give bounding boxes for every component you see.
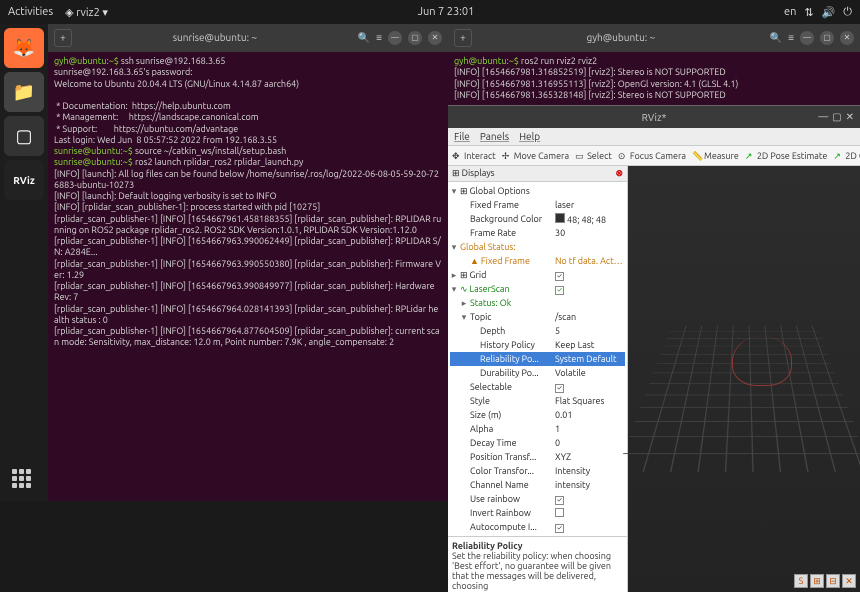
- terminal-right-body[interactable]: gyh@ubuntu:~$ ros2 run rviz2 rviz2[INFO]…: [448, 52, 860, 105]
- tree-row[interactable]: Color Transfor...Intensity: [450, 464, 625, 478]
- pose-icon: ↗: [745, 151, 755, 161]
- tool-2d-goal[interactable]: ↗2D Goal Pose: [833, 151, 860, 161]
- laserscan-visual: [732, 336, 792, 386]
- 3d-view[interactable]: S ⊞ ⊟ ✕: [628, 166, 860, 592]
- overlay-btn[interactable]: ⊟: [826, 574, 840, 588]
- displays-tree[interactable]: ▾⊞Global OptionsFixed FramelaserBackgrou…: [448, 182, 627, 536]
- menu-panels[interactable]: Panels: [480, 131, 509, 142]
- tree-row[interactable]: ▾∿LaserScan✓: [450, 282, 625, 296]
- window-title: RViz*: [642, 112, 667, 123]
- minimize-button[interactable]: —: [800, 31, 814, 45]
- menu-icon[interactable]: ≡: [788, 32, 794, 45]
- displays-header: ⊞ Displays ⊗: [448, 166, 627, 182]
- tree-row[interactable]: StyleFlat Squares: [450, 394, 625, 408]
- tree-row[interactable]: Fixed Framelaser: [450, 198, 625, 212]
- tree-row[interactable]: Position Transf...XYZ: [450, 450, 625, 464]
- displays-panel: ⊞ Displays ⊗ ▾⊞Global OptionsFixed Frame…: [448, 166, 628, 592]
- rviz-window: RViz* — ▢ ✕ File Panels Help ✥Interact ✢…: [448, 105, 860, 592]
- view-overlay-buttons: S ⊞ ⊟ ✕: [794, 574, 856, 588]
- dock-firefox[interactable]: 🦊: [4, 28, 44, 68]
- close-button[interactable]: ✕: [840, 31, 854, 45]
- tree-row[interactable]: ▾Topic/scan: [450, 310, 625, 324]
- tool-interact[interactable]: ✥Interact: [452, 151, 496, 161]
- tree-row[interactable]: ▾⊞Global Options: [450, 184, 625, 198]
- rviz-menubar: File Panels Help: [448, 128, 860, 146]
- tree-row[interactable]: ▸⊞Grid✓: [450, 268, 625, 282]
- network-icon[interactable]: ⇅: [804, 6, 813, 19]
- terminal-right: + gyh@ubuntu: ~ 🔍 ≡ — ▢ ✕ gyh@ubuntu:~$ …: [448, 24, 860, 105]
- terminal-right-titlebar: + gyh@ubuntu: ~ 🔍 ≡ — ▢ ✕: [448, 24, 860, 52]
- tree-row[interactable]: Channel Nameintensity: [450, 478, 625, 492]
- focus-icon: ⊙: [618, 151, 628, 161]
- tree-row[interactable]: Reliability Po...System Default: [450, 352, 625, 366]
- tree-row[interactable]: Alpha1: [450, 422, 625, 436]
- terminal-title: gyh@ubuntu: ~: [478, 32, 764, 45]
- tree-row[interactable]: Invert Rainbow: [450, 506, 625, 520]
- tree-row[interactable]: ▲Fixed FrameNo tf data. Actual err...: [450, 254, 625, 268]
- gnome-topbar: Activities ◈ rviz2 ▾ Jun 7 23:01 en ⇅ 🔊 …: [0, 0, 860, 24]
- select-icon: ▭: [575, 151, 585, 161]
- tree-row[interactable]: Durability Po...Volatile: [450, 366, 625, 380]
- overlay-btn[interactable]: ⊞: [810, 574, 824, 588]
- maximize-button[interactable]: ▢: [820, 31, 834, 45]
- search-icon[interactable]: 🔍: [770, 32, 782, 45]
- tool-move-camera[interactable]: ✢Move Camera: [502, 151, 569, 161]
- search-icon[interactable]: 🔍: [358, 32, 370, 45]
- new-tab-button[interactable]: +: [54, 29, 72, 47]
- menu-help[interactable]: Help: [519, 131, 540, 142]
- minimize-button[interactable]: —: [388, 31, 402, 45]
- tree-row[interactable]: Autocompute I...✓: [450, 520, 625, 534]
- tree-row[interactable]: ▸Status: Ok: [450, 296, 625, 310]
- close-button[interactable]: ✕: [846, 111, 854, 123]
- rviz-toolbar: ✥Interact ✢Move Camera ▭Select ⊙Focus Ca…: [448, 146, 860, 166]
- panel-close-button[interactable]: ⊗: [615, 168, 623, 179]
- power-icon[interactable]: ⏻: [843, 6, 852, 19]
- property-help: Reliability Policy Set the reliability p…: [448, 536, 627, 592]
- new-tab-button[interactable]: +: [454, 29, 472, 47]
- tree-row[interactable]: Depth5: [450, 324, 625, 338]
- minimize-button[interactable]: —: [818, 111, 828, 123]
- terminal-left-titlebar: + sunrise@ubuntu: ~ 🔍 ≡ — ▢ ✕: [48, 24, 448, 52]
- overlay-btn[interactable]: ✕: [842, 574, 856, 588]
- close-button[interactable]: ✕: [428, 31, 442, 45]
- measure-icon: 📏: [692, 151, 702, 161]
- goal-icon: ↗: [833, 151, 843, 161]
- tree-row[interactable]: Frame Rate30: [450, 226, 625, 240]
- maximize-button[interactable]: ▢: [408, 31, 422, 45]
- tree-row[interactable]: Size (m)0.01: [450, 408, 625, 422]
- dock-terminal[interactable]: ▢: [4, 116, 44, 156]
- dock: 🦊 📁 ▢ RViz: [0, 24, 48, 501]
- activities-button[interactable]: Activities: [8, 6, 53, 19]
- tool-select[interactable]: ▭Select: [575, 151, 612, 161]
- rviz-titlebar: RViz* — ▢ ✕: [448, 106, 860, 128]
- tool-focus-camera[interactable]: ⊙Focus Camera: [618, 151, 686, 161]
- tree-row[interactable]: Use rainbow✓: [450, 492, 625, 506]
- tree-row[interactable]: Decay Time0: [450, 436, 625, 450]
- clock[interactable]: Jun 7 23:01: [418, 6, 475, 18]
- overlay-reset-icon[interactable]: S: [794, 574, 808, 588]
- dock-rviz[interactable]: RViz: [4, 160, 44, 200]
- show-apps-button[interactable]: [12, 469, 36, 493]
- tree-row[interactable]: Selectable✓: [450, 380, 625, 394]
- terminal-left: + sunrise@ubuntu: ~ 🔍 ≡ — ▢ ✕ gyh@ubuntu…: [48, 24, 448, 501]
- menu-file[interactable]: File: [454, 131, 470, 142]
- terminal-left-body[interactable]: gyh@ubuntu:~$ ssh sunrise@192.168.3.65su…: [48, 52, 448, 353]
- tool-2d-pose[interactable]: ↗2D Pose Estimate: [745, 151, 828, 161]
- move-icon: ✢: [502, 151, 512, 161]
- app-menu[interactable]: ◈ rviz2 ▾: [65, 6, 108, 19]
- dock-files[interactable]: 📁: [4, 72, 44, 112]
- tool-measure[interactable]: 📏Measure: [692, 151, 739, 161]
- maximize-button[interactable]: ▢: [832, 111, 841, 123]
- menu-icon[interactable]: ≡: [376, 32, 382, 45]
- tree-row[interactable]: History PolicyKeep Last: [450, 338, 625, 352]
- interact-icon: ✥: [452, 151, 462, 161]
- tree-row[interactable]: Background Color 48; 48; 48: [450, 212, 625, 226]
- input-source[interactable]: en: [784, 6, 796, 18]
- volume-icon[interactable]: 🔊: [822, 6, 836, 19]
- tree-row[interactable]: ▾Global Status:: [450, 240, 625, 254]
- terminal-title: sunrise@ubuntu: ~: [78, 32, 352, 45]
